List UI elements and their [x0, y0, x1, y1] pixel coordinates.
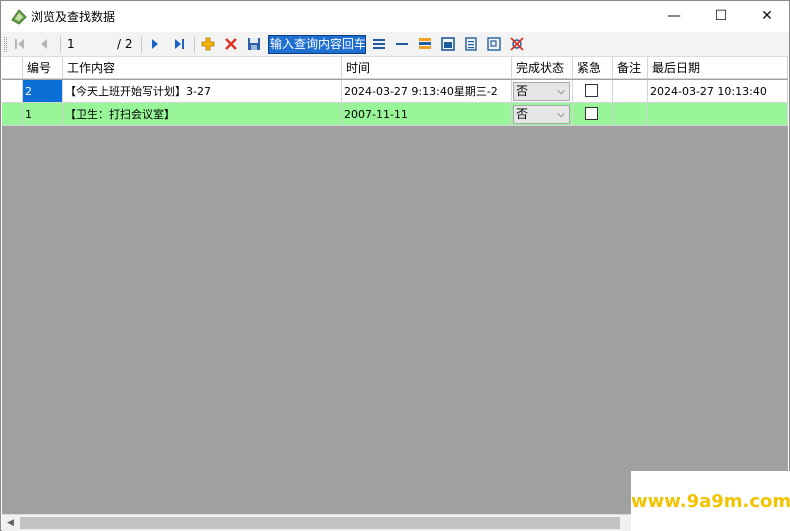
first-page-button[interactable] — [11, 35, 29, 53]
add-icon — [201, 37, 215, 51]
last-page-icon — [175, 39, 184, 49]
toolbar-grip[interactable] — [4, 37, 7, 52]
column-header-content[interactable]: 工作内容 — [63, 57, 342, 79]
copy-icon — [487, 37, 501, 51]
column-header-note[interactable]: 备注 — [613, 57, 648, 79]
minimize-button[interactable]: — — [651, 1, 697, 32]
cell-time[interactable]: 2007-11-11 — [342, 103, 512, 126]
document-icon — [465, 37, 477, 51]
window-icon — [441, 37, 455, 51]
cell-content[interactable]: 【卫生：打扫会议室】 — [63, 103, 342, 126]
cell-content[interactable]: 【今天上班开始写计划】3-27 — [63, 80, 342, 103]
add-button[interactable] — [199, 35, 217, 53]
delete-icon — [225, 38, 237, 50]
cell-last-date[interactable] — [648, 103, 788, 126]
first-page-icon — [15, 39, 24, 49]
next-page-button[interactable] — [146, 35, 164, 53]
watermark: www.9a9m.com — [631, 471, 790, 531]
cell-status[interactable]: 否 ⌵ — [512, 80, 573, 103]
status-dropdown[interactable]: 否 ⌵ — [513, 82, 570, 101]
clear-filter-icon — [510, 37, 524, 51]
scroll-left-icon[interactable]: ◀ — [2, 515, 19, 531]
row-header[interactable] — [2, 103, 23, 126]
close-button[interactable]: ✕ — [744, 1, 790, 32]
document-button[interactable] — [462, 35, 480, 53]
window-button[interactable] — [439, 35, 457, 53]
color-bars-icon — [419, 38, 431, 49]
main-window: 浏览及查找数据 — ☐ ✕ / 2 输入查询内容回车 — [0, 0, 790, 531]
cell-urgent[interactable] — [573, 103, 613, 126]
chevron-down-icon[interactable]: ⌵ — [553, 83, 569, 100]
prev-page-icon — [41, 39, 47, 49]
column-header-last-date[interactable]: 最后日期 — [648, 57, 788, 79]
toolbar-separator — [60, 36, 61, 53]
save-icon — [248, 38, 260, 50]
toolbar-separator — [194, 36, 195, 53]
search-input[interactable]: 输入查询内容回车 — [268, 35, 366, 54]
toolbar: / 2 输入查询内容回车 — [1, 32, 789, 57]
chevron-down-icon[interactable]: ⌵ — [553, 106, 569, 123]
maximize-button[interactable]: ☐ — [698, 1, 744, 32]
column-header-urgent[interactable]: 紧急 — [573, 57, 613, 79]
page-total-label: / 2 — [117, 37, 133, 51]
urgent-checkbox[interactable] — [585, 107, 598, 120]
next-page-icon — [152, 39, 158, 49]
cell-time[interactable]: 2024-03-27 9:13:40星期三-2 — [342, 80, 512, 103]
color-bars-button[interactable] — [416, 35, 434, 53]
current-page-input[interactable] — [64, 35, 114, 53]
delete-button[interactable] — [222, 35, 240, 53]
align-all-icon — [373, 39, 385, 49]
prev-page-button[interactable] — [35, 35, 53, 53]
cell-id[interactable]: 1 — [23, 103, 63, 126]
cell-id[interactable]: 2 — [23, 80, 63, 103]
app-icon — [11, 9, 27, 25]
cell-last-date[interactable]: 2024-03-27 10:13:40 — [648, 80, 788, 103]
window-title: 浏览及查找数据 — [31, 10, 116, 24]
last-page-button[interactable] — [170, 35, 188, 53]
data-grid: 编号 工作内容 时间 完成状态 紧急 备注 最后日期 2 【今天上班开始写计划】… — [2, 57, 788, 514]
align-line-icon — [396, 43, 408, 45]
align-line-button[interactable] — [393, 35, 411, 53]
cell-note[interactable] — [613, 80, 648, 103]
scrollbar-thumb[interactable] — [20, 517, 620, 529]
copy-button[interactable] — [485, 35, 503, 53]
column-header-time[interactable]: 时间 — [342, 57, 512, 79]
cell-urgent[interactable] — [573, 80, 613, 103]
align-all-button[interactable] — [370, 35, 388, 53]
row-header-corner — [2, 57, 23, 79]
cell-status[interactable]: 否 ⌵ — [512, 103, 573, 126]
urgent-checkbox[interactable] — [585, 84, 598, 97]
row-header[interactable] — [2, 80, 23, 103]
status-value: 否 — [516, 84, 529, 98]
title-bar: 浏览及查找数据 — ☐ ✕ — [1, 1, 789, 32]
column-header-status[interactable]: 完成状态 — [512, 57, 573, 79]
cell-note[interactable] — [613, 103, 648, 126]
save-button[interactable] — [245, 35, 263, 53]
clear-filter-button[interactable] — [508, 35, 526, 53]
status-dropdown[interactable]: 否 ⌵ — [513, 105, 570, 124]
status-value: 否 — [516, 107, 529, 121]
toolbar-separator — [141, 36, 142, 53]
column-header-id[interactable]: 编号 — [23, 57, 63, 79]
